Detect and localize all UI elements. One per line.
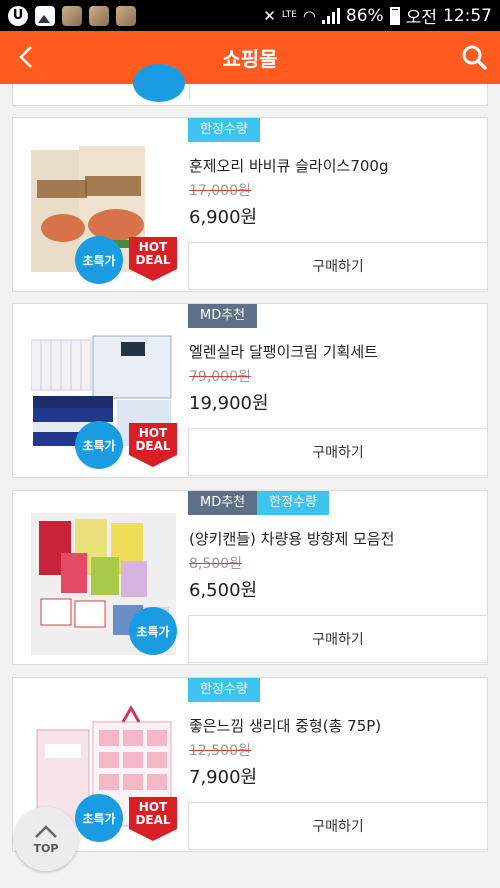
original-price: 17,000원 bbox=[189, 183, 251, 199]
product-card[interactable]: 초특가 HOT DEAL 한정수량 좋은느낌 생리대 중형(총 75P) 12,5… bbox=[12, 677, 488, 852]
special-price-badge: 초특가 bbox=[75, 236, 123, 284]
divider bbox=[189, 84, 190, 100]
hot-deal-badge: HOT DEAL bbox=[129, 423, 177, 467]
battery-icon bbox=[389, 6, 400, 25]
tag-md-pick: MD추천 bbox=[188, 491, 258, 515]
hot-deal-text: DEAL bbox=[135, 439, 171, 453]
hot-deal-badge: HOT DEAL bbox=[129, 237, 177, 281]
original-price: 79,000원 bbox=[189, 369, 251, 385]
tag-group: 한정수량 bbox=[188, 678, 260, 702]
back-button[interactable] bbox=[10, 41, 42, 73]
battery-percent: 86% bbox=[345, 5, 384, 26]
product-name[interactable]: 훈제오리 바비큐 슬라이스700g bbox=[189, 155, 389, 176]
status-time: 12:57 bbox=[443, 5, 492, 26]
network-type: LTE bbox=[281, 10, 297, 20]
original-price: 8,500원 bbox=[189, 556, 242, 572]
gallery-icon bbox=[35, 5, 55, 26]
special-price-badge: 초특가 bbox=[75, 794, 123, 842]
product-card[interactable]: 초특가 HOT DEAL MD추천 엘렌실라 달팽이크림 기획세트 79,000원… bbox=[12, 303, 488, 478]
tag-group: 한정수량 bbox=[188, 118, 260, 142]
product-card[interactable]: 초특가 HOT DEAL 한정수량 훈제오리 바비큐 슬라이스700g 17,00… bbox=[12, 117, 488, 292]
special-price-badge bbox=[133, 64, 185, 102]
sale-price: 6,500원 bbox=[189, 580, 258, 601]
buy-button[interactable]: 구매하기 bbox=[188, 242, 488, 290]
product-name[interactable]: 좋은느낌 생리대 중형(총 75P) bbox=[189, 715, 381, 736]
photo-notification-icon bbox=[116, 5, 136, 26]
buy-button[interactable]: 구매하기 bbox=[188, 428, 488, 476]
product-card[interactable]: 초특가 MD추천 한정수량 (양키캔들) 차량용 방향제 모음전 8,500원 … bbox=[12, 490, 488, 665]
photo-notification-icon bbox=[62, 5, 82, 26]
special-price-badge: 초특가 bbox=[129, 607, 177, 655]
sale-price: 19,900원 bbox=[189, 393, 269, 414]
chevron-up-icon bbox=[35, 824, 57, 838]
scroll-top-button[interactable]: TOP bbox=[14, 807, 78, 871]
product-name[interactable]: (양키캔들) 차량용 방향제 모음전 bbox=[189, 528, 394, 549]
search-button[interactable] bbox=[458, 41, 490, 73]
chevron-left-icon bbox=[19, 46, 32, 68]
product-card-partial bbox=[12, 64, 488, 106]
sale-price: 7,900원 bbox=[189, 767, 258, 788]
photo-notification-icon bbox=[89, 5, 109, 26]
tag-limited: 한정수량 bbox=[188, 678, 260, 702]
buy-button[interactable]: 구매하기 bbox=[188, 802, 488, 850]
scroll-top-label: TOP bbox=[33, 841, 59, 855]
original-price: 12,500원 bbox=[189, 743, 251, 759]
page-title: 쇼핑몰 bbox=[222, 47, 278, 71]
status-bar: U ✕ LTE ◠ 86% 오전 12:57 bbox=[0, 0, 500, 31]
special-price-badge: 초특가 bbox=[75, 421, 123, 469]
tag-group: MD추천 한정수량 bbox=[188, 491, 329, 515]
tag-limited: 한정수량 bbox=[188, 118, 260, 142]
app-notification-icon: U bbox=[8, 5, 28, 26]
mute-icon: ✕ bbox=[263, 6, 276, 25]
signal-icon bbox=[321, 7, 340, 24]
hot-deal-badge: HOT DEAL bbox=[129, 797, 177, 841]
product-name[interactable]: 엘렌실라 달팽이크림 기획세트 bbox=[189, 341, 378, 362]
sale-price: 6,900원 bbox=[189, 207, 258, 228]
app-header: 쇼핑몰 bbox=[0, 31, 500, 84]
tag-group: MD추천 bbox=[188, 304, 258, 328]
hot-deal-text: DEAL bbox=[135, 813, 171, 827]
buy-button[interactable]: 구매하기 bbox=[188, 615, 488, 663]
wifi-icon: ◠ bbox=[302, 6, 316, 25]
tag-md-pick: MD추천 bbox=[188, 304, 258, 328]
tag-limited: 한정수량 bbox=[257, 491, 329, 515]
status-ampm: 오전 bbox=[405, 8, 437, 28]
search-icon bbox=[462, 45, 487, 70]
hot-deal-text: DEAL bbox=[135, 253, 171, 267]
